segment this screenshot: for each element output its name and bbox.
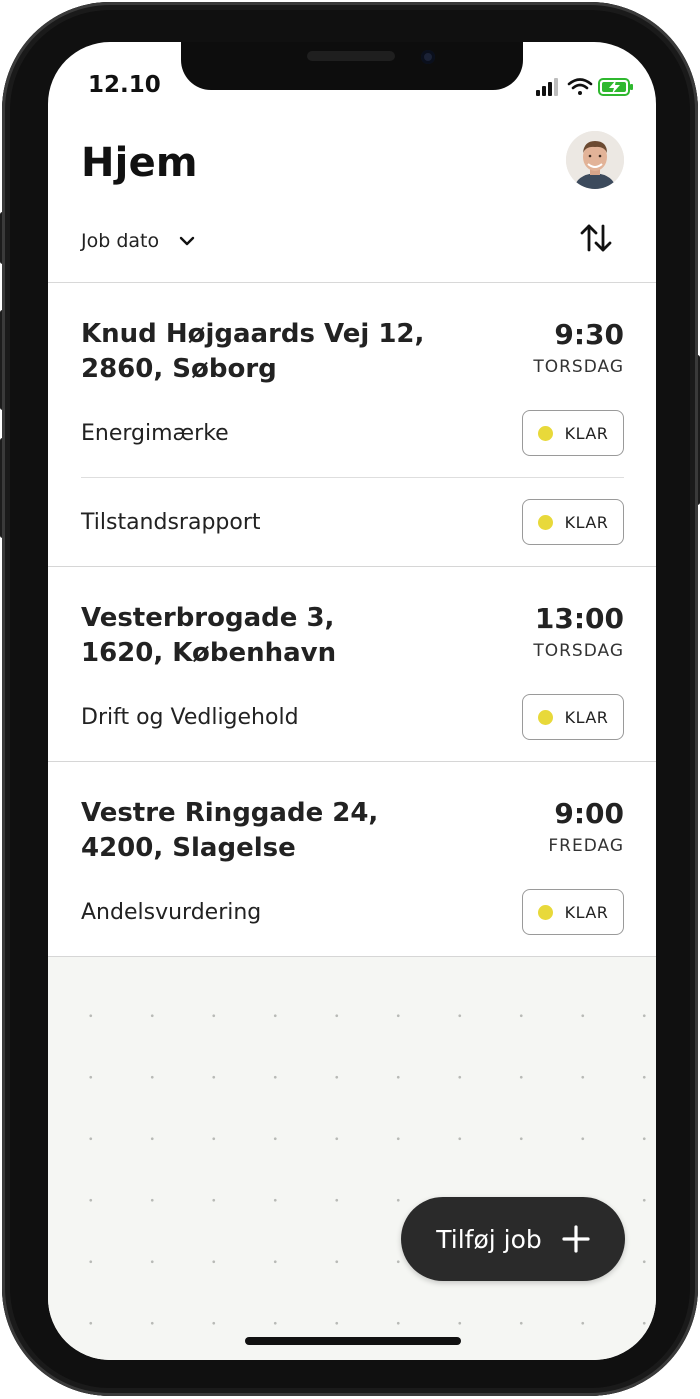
job-day: TORSDAG — [533, 641, 624, 661]
page-title: Hjem — [81, 140, 198, 186]
job-schedule: 9:30 TORSDAG — [533, 317, 624, 377]
sort-order-button[interactable] — [576, 220, 616, 256]
notch — [181, 42, 523, 90]
phone-frame: 12.10 Hjem Job dato Knud Højgaards Vej 1… — [2, 2, 698, 1396]
status-badge[interactable]: KLAR — [522, 499, 624, 545]
job-time: 9:00 — [554, 797, 624, 830]
job-card-header: Vesterbrogade 3, 1620, København 13:00 TORS… — [81, 601, 624, 673]
status-icons — [536, 76, 636, 98]
home-indicator — [245, 1337, 461, 1345]
sort-field-label: Job dato — [81, 230, 160, 252]
job-address: Knud Højgaards Vej 12, 2860, Søborg — [81, 317, 424, 387]
job-card-header: Knud Højgaards Vej 12, 2860, Søborg 9:30 TO… — [81, 317, 624, 389]
task-title: Tilstandsrapport — [81, 509, 261, 535]
job-address-street: Knud Højgaards Vej 12, — [81, 319, 425, 349]
job-card[interactable]: Vestre Ringgade 24, 4200, Slagelse 9:00 FRE… — [48, 762, 656, 957]
app-screen: 12.10 Hjem Job dato Knud Højgaards Vej 1… — [48, 42, 656, 1360]
job-address-street: Vestre Ringgade 24, — [81, 798, 379, 828]
status-label: KLAR — [564, 902, 609, 922]
task-title: Drift og Vedligehold — [81, 704, 299, 730]
job-card[interactable]: Knud Højgaards Vej 12, 2860, Søborg 9:30 TO… — [48, 283, 656, 567]
status-time: 12.10 — [88, 72, 161, 98]
plus-icon — [562, 1225, 590, 1253]
empty-background — [48, 957, 656, 1360]
status-label: KLAR — [564, 707, 609, 727]
job-day: TORSDAG — [533, 357, 624, 377]
job-day: FREDAG — [548, 836, 624, 856]
wifi-icon — [567, 78, 593, 95]
status-badge[interactable]: KLAR — [522, 889, 624, 935]
task-row[interactable]: Tilstandsrapport KLAR — [81, 477, 624, 566]
task-title: Andelsvurdering — [81, 899, 262, 925]
cellular-signal-icon — [536, 78, 558, 96]
sort-field-dropdown[interactable]: Job dato — [81, 228, 195, 254]
job-address: Vesterbrogade 3, 1620, København — [81, 601, 336, 671]
task-row[interactable]: Andelsvurdering KLAR — [81, 868, 624, 956]
status-dot-icon — [537, 514, 553, 530]
job-list: Knud Højgaards Vej 12, 2860, Søborg 9:30 TO… — [48, 283, 656, 957]
job-address: Vestre Ringgade 24, 4200, Slagelse — [81, 796, 378, 866]
task-title: Energimærke — [81, 420, 229, 446]
status-dot-icon — [537, 904, 553, 920]
add-job-label: Tilføj job — [436, 1224, 542, 1254]
job-time: 13:00 — [534, 602, 624, 635]
job-address-street: Vesterbrogade 3, — [81, 603, 335, 633]
status-dot-icon — [537, 425, 553, 441]
task-row[interactable]: Drift og Vedligehold KLAR — [81, 673, 624, 761]
task-row[interactable]: Energimærke KLAR — [81, 389, 624, 477]
job-address-city: 2860, Søborg — [81, 354, 277, 384]
job-schedule: 13:00 TORSDAG — [533, 601, 624, 661]
chevron-down-icon — [179, 236, 195, 246]
sort-arrows-icon — [580, 224, 612, 252]
status-label: KLAR — [564, 423, 609, 443]
job-schedule: 9:00 FREDAG — [548, 796, 624, 856]
user-avatar[interactable] — [566, 131, 624, 189]
battery-charging-icon — [598, 78, 633, 96]
job-card-header: Vestre Ringgade 24, 4200, Slagelse 9:00 FRE… — [81, 796, 624, 868]
status-label: KLAR — [564, 512, 609, 532]
job-address-city: 1620, København — [81, 638, 337, 668]
job-address-city: 4200, Slagelse — [81, 833, 296, 863]
status-badge[interactable]: KLAR — [522, 410, 624, 456]
status-dot-icon — [537, 709, 553, 725]
status-badge[interactable]: KLAR — [522, 694, 624, 740]
job-card[interactable]: Vesterbrogade 3, 1620, København 13:00 TORS… — [48, 567, 656, 762]
add-job-button[interactable]: Tilføj job — [401, 1197, 625, 1281]
job-time: 9:30 — [554, 318, 624, 351]
front-camera — [421, 50, 435, 64]
speaker-grille — [307, 51, 395, 61]
